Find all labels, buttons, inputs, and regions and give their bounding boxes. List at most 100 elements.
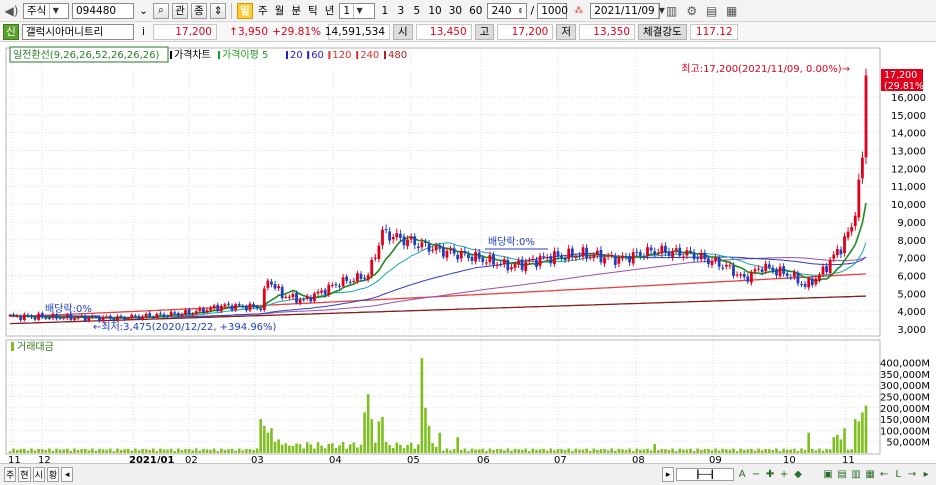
tab-current[interactable]: 현 bbox=[18, 467, 31, 482]
info-button[interactable]: i bbox=[137, 24, 150, 40]
zoom-slider[interactable]: ┠──┨ bbox=[676, 468, 735, 481]
save-icon[interactable]: ▤ bbox=[703, 2, 720, 19]
pin-icon[interactable]: ◆ bbox=[792, 469, 804, 481]
layout-2-icon[interactable]: ▤ bbox=[836, 469, 848, 481]
legend-swatch bbox=[286, 51, 288, 59]
strength-label: 체결강도 bbox=[638, 23, 687, 40]
period-day-button[interactable]: 일 bbox=[237, 2, 253, 19]
volume-bar bbox=[252, 450, 255, 453]
legend-swatch bbox=[356, 51, 359, 59]
candle-body bbox=[556, 251, 560, 257]
candle-body bbox=[560, 255, 563, 258]
stock-chart[interactable]: 일전환선(9,26,26,52,26,26,26) 가격차트 가격이평 5 20 60… bbox=[0, 44, 936, 463]
end-icon[interactable]: ▸ bbox=[920, 469, 932, 481]
candle-body bbox=[241, 306, 245, 308]
code-dropdown-button[interactable]: ⌄ bbox=[137, 3, 150, 19]
scroll-left-icon[interactable]: ◂ bbox=[61, 467, 74, 482]
volume-bar bbox=[126, 448, 130, 453]
count-stepper[interactable]: 240 ⇕ bbox=[487, 2, 528, 19]
stock-name-field[interactable]: 갤럭시아머니트리 bbox=[22, 23, 134, 40]
price-tick-label: 14,000 bbox=[891, 129, 926, 140]
print-icon[interactable]: ▦ bbox=[723, 2, 740, 19]
grid-dots-icon[interactable]: ⁂ bbox=[570, 2, 587, 19]
volume-bar bbox=[26, 450, 30, 453]
zoom-out-icon[interactable]: − bbox=[750, 469, 762, 481]
legend-swatch bbox=[170, 51, 172, 59]
volume-bar bbox=[144, 449, 148, 453]
volume-bar bbox=[742, 449, 746, 453]
candle-body bbox=[832, 254, 836, 259]
period-tick-button[interactable]: 틱 bbox=[306, 3, 320, 19]
stock-code-input[interactable]: 094480 bbox=[72, 2, 134, 19]
candle-body bbox=[857, 179, 861, 218]
volume-bar bbox=[699, 450, 703, 453]
search-icon[interactable]: ⌕ bbox=[153, 2, 169, 19]
tab-status[interactable]: 황 bbox=[46, 467, 60, 482]
period-month-button[interactable]: 월 bbox=[273, 3, 287, 19]
interest-button[interactable]: 관 bbox=[172, 2, 188, 19]
total-count-input[interactable]: 1000 bbox=[537, 2, 568, 19]
interval-5-button[interactable]: 5 bbox=[410, 3, 423, 19]
volume-bar bbox=[502, 450, 506, 453]
tab-stock[interactable]: 주 bbox=[4, 467, 17, 482]
scroll-right-icon[interactable]: ▸ bbox=[662, 467, 675, 482]
interval-10-button[interactable]: 10 bbox=[426, 3, 443, 19]
volume-bar bbox=[442, 450, 445, 453]
candle-body bbox=[499, 264, 503, 266]
period-year-button[interactable]: 년 bbox=[323, 3, 337, 19]
candle-body bbox=[649, 247, 653, 251]
volume-bar bbox=[331, 443, 334, 453]
slash-separator: / bbox=[530, 4, 535, 17]
l-shape-icon[interactable]: L bbox=[892, 469, 904, 481]
volume-bar bbox=[861, 412, 864, 453]
arrow-left-icon[interactable]: ← bbox=[878, 469, 890, 481]
candle-body bbox=[320, 290, 323, 293]
volume-bar bbox=[853, 419, 857, 453]
volume-bar bbox=[291, 445, 295, 453]
candle-body bbox=[22, 314, 26, 320]
tab-market[interactable]: 시 bbox=[32, 467, 45, 482]
stepper-icon[interactable]: ⇕ bbox=[210, 2, 226, 19]
chart-icon[interactable]: ▥ bbox=[663, 2, 680, 19]
volume-bar bbox=[381, 416, 384, 453]
volume-bar bbox=[732, 448, 735, 453]
speaker-icon[interactable]: ◀) bbox=[3, 2, 20, 19]
volume-bar bbox=[359, 444, 363, 453]
date-select[interactable]: 2021/11/09 ▼ bbox=[590, 2, 665, 19]
interval-30-button[interactable]: 30 bbox=[447, 3, 464, 19]
interval-1-button[interactable]: 1 bbox=[378, 3, 391, 19]
period-week-button[interactable]: 주 bbox=[256, 3, 270, 19]
candle-body bbox=[628, 255, 632, 263]
period-minute-button[interactable]: 분 bbox=[289, 3, 303, 19]
gear-icon[interactable]: ⚙ bbox=[683, 2, 700, 19]
candle-body bbox=[739, 274, 743, 276]
bottom-toolbar: 주 현 시 황 ◂ ▸ ┠──┨ A − ✚ + ◆ ▣ ▤ ▥ ▦ ← L →… bbox=[0, 463, 936, 485]
zoom-in-icon[interactable]: + bbox=[778, 469, 790, 481]
candle-body bbox=[259, 308, 263, 311]
category-button[interactable]: 종 bbox=[191, 2, 207, 19]
volume-bar bbox=[40, 449, 44, 453]
price-tick-label: 10,000 bbox=[891, 200, 926, 211]
credit-icon[interactable]: 신 bbox=[3, 23, 19, 40]
candle-body bbox=[570, 248, 574, 257]
crosshair-icon[interactable]: ✚ bbox=[764, 469, 776, 481]
market-select[interactable]: 주식 ▼ bbox=[23, 2, 69, 19]
layout-4-icon[interactable]: ▦ bbox=[864, 469, 876, 481]
legend-item: 60 bbox=[311, 50, 324, 61]
candle-body bbox=[108, 315, 112, 319]
candle-body bbox=[778, 266, 782, 277]
interval-60-button[interactable]: 60 bbox=[467, 3, 484, 19]
candle-body bbox=[771, 267, 775, 271]
volume-bar bbox=[563, 450, 567, 453]
interval-select[interactable]: 1 ▼ bbox=[339, 2, 376, 19]
interval-3-button[interactable]: 3 bbox=[394, 3, 407, 19]
arrow-right-icon[interactable]: → bbox=[906, 469, 918, 481]
candle-body bbox=[664, 245, 667, 253]
candle-body bbox=[148, 313, 152, 317]
volume-bar bbox=[58, 449, 62, 453]
layout-1-icon[interactable]: ▣ bbox=[822, 469, 834, 481]
layout-3-icon[interactable]: ▥ bbox=[850, 469, 862, 481]
text-size-icon[interactable]: A bbox=[736, 469, 748, 481]
volume-bar bbox=[305, 442, 309, 453]
volume-bar bbox=[664, 449, 667, 453]
